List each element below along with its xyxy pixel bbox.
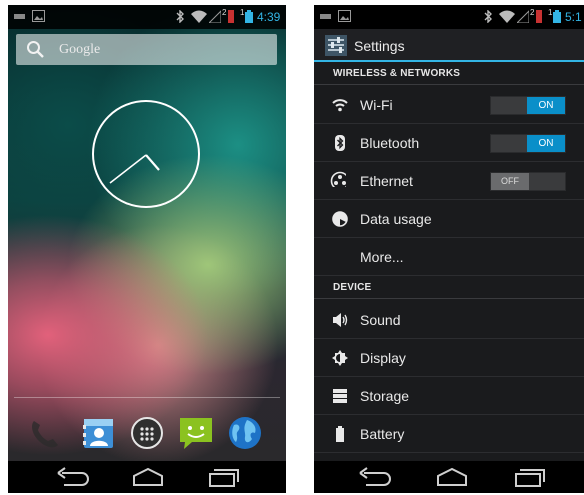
toggle-state: ON <box>527 135 565 152</box>
home-screen: 2 1 4:39 Google <box>8 5 286 493</box>
status-time: 5:1 <box>565 10 582 24</box>
status-bar: 2 1 4:39 <box>8 5 286 29</box>
toggle-state: ON <box>527 97 565 114</box>
settings-item-label: Storage <box>360 388 410 404</box>
sim2-label: 1 <box>240 8 245 17</box>
recent-apps-button-icon[interactable] <box>204 467 240 487</box>
settings-item-label: Sound <box>360 312 401 328</box>
wifi-toggle[interactable]: ON <box>490 96 566 115</box>
settings-item-data-usage[interactable]: Data usage <box>314 200 584 238</box>
back-button-icon[interactable] <box>56 467 92 487</box>
search-icon <box>27 41 44 58</box>
sim1-label: 2 <box>530 8 535 17</box>
settings-item-label: More... <box>360 249 404 265</box>
recent-apps-button-icon[interactable] <box>510 467 546 487</box>
phone-icon[interactable] <box>26 415 62 451</box>
battery-status-icon <box>245 10 253 23</box>
display-icon <box>332 350 348 366</box>
notification-icon <box>14 14 25 19</box>
settings-item-label: Ethernet <box>360 173 413 189</box>
wifi-status-icon <box>191 10 207 23</box>
battery-status-icon <box>553 10 561 23</box>
status-time: 4:39 <box>257 10 281 24</box>
bluetooth-toggle[interactable]: ON <box>490 134 566 153</box>
sim2-label: 1 <box>548 8 553 17</box>
toggle-state: OFF <box>491 173 529 190</box>
dock-divider <box>14 397 280 398</box>
settings-item-battery[interactable]: Battery <box>314 415 584 453</box>
settings-item-more[interactable]: More... <box>314 238 584 276</box>
bluetooth-status-icon <box>176 10 184 23</box>
sim1-label: 2 <box>222 8 227 17</box>
sound-icon <box>333 313 348 327</box>
settings-item-label: Battery <box>360 426 405 442</box>
signal-empty-icon <box>517 10 529 23</box>
analog-clock-widget[interactable] <box>92 100 200 208</box>
navigation-bar <box>8 461 286 493</box>
ethernet-toggle[interactable]: OFF <box>490 172 566 191</box>
image-notification-icon <box>338 10 351 22</box>
section-title: DEVICE <box>333 282 372 293</box>
contacts-icon[interactable] <box>80 415 116 451</box>
battery-icon <box>336 426 344 442</box>
section-title: WIRELESS & NETWORKS <box>333 68 461 79</box>
app-drawer-icon[interactable] <box>129 415 165 451</box>
action-bar: Settings <box>314 29 584 62</box>
settings-item-label: Bluetooth <box>360 135 420 151</box>
signal-empty-icon <box>209 10 221 23</box>
wifi-status-icon <box>499 10 515 23</box>
settings-item-label: Display <box>360 350 406 366</box>
settings-screen: 2 1 5:1 Settings WIRELESS & NETWORKS Wi-… <box>314 5 584 493</box>
home-button-icon[interactable] <box>434 467 470 487</box>
home-button-icon[interactable] <box>130 467 166 487</box>
settings-item-label: Data usage <box>360 211 432 227</box>
navigation-bar <box>314 461 584 493</box>
settings-item-display[interactable]: Display <box>314 339 584 377</box>
settings-item-ethernet[interactable]: Ethernet OFF <box>314 162 584 200</box>
image-notification-icon <box>32 10 45 22</box>
settings-item-storage[interactable]: Storage <box>314 377 584 415</box>
section-header-wireless: WIRELESS & NETWORKS <box>314 63 584 85</box>
settings-app-icon[interactable] <box>325 35 347 56</box>
sim1-battery-icon <box>228 10 234 23</box>
bluetooth-status-icon <box>484 10 492 23</box>
settings-item-sound[interactable]: Sound <box>314 301 584 339</box>
google-search-bar[interactable]: Google <box>16 34 277 65</box>
data-usage-icon <box>332 211 348 227</box>
back-button-icon[interactable] <box>358 467 394 487</box>
page-title: Settings <box>354 38 405 54</box>
settings-item-label: Wi-Fi <box>360 97 393 113</box>
bluetooth-icon <box>335 135 345 151</box>
clock-hands-icon <box>109 154 160 184</box>
messaging-icon[interactable] <box>178 415 214 451</box>
section-header-device: DEVICE <box>314 277 584 299</box>
search-placeholder: Google <box>59 42 101 57</box>
settings-item-wifi[interactable]: Wi-Fi ON <box>314 86 584 124</box>
browser-globe-icon[interactable] <box>227 415 263 451</box>
wifi-icon <box>332 99 348 112</box>
sim1-battery-icon <box>536 10 542 23</box>
storage-icon <box>333 389 347 403</box>
notification-icon <box>320 14 331 19</box>
settings-item-bluetooth[interactable]: Bluetooth ON <box>314 124 584 162</box>
status-bar: 2 1 5:1 <box>314 5 584 29</box>
ethernet-icon <box>330 171 346 187</box>
